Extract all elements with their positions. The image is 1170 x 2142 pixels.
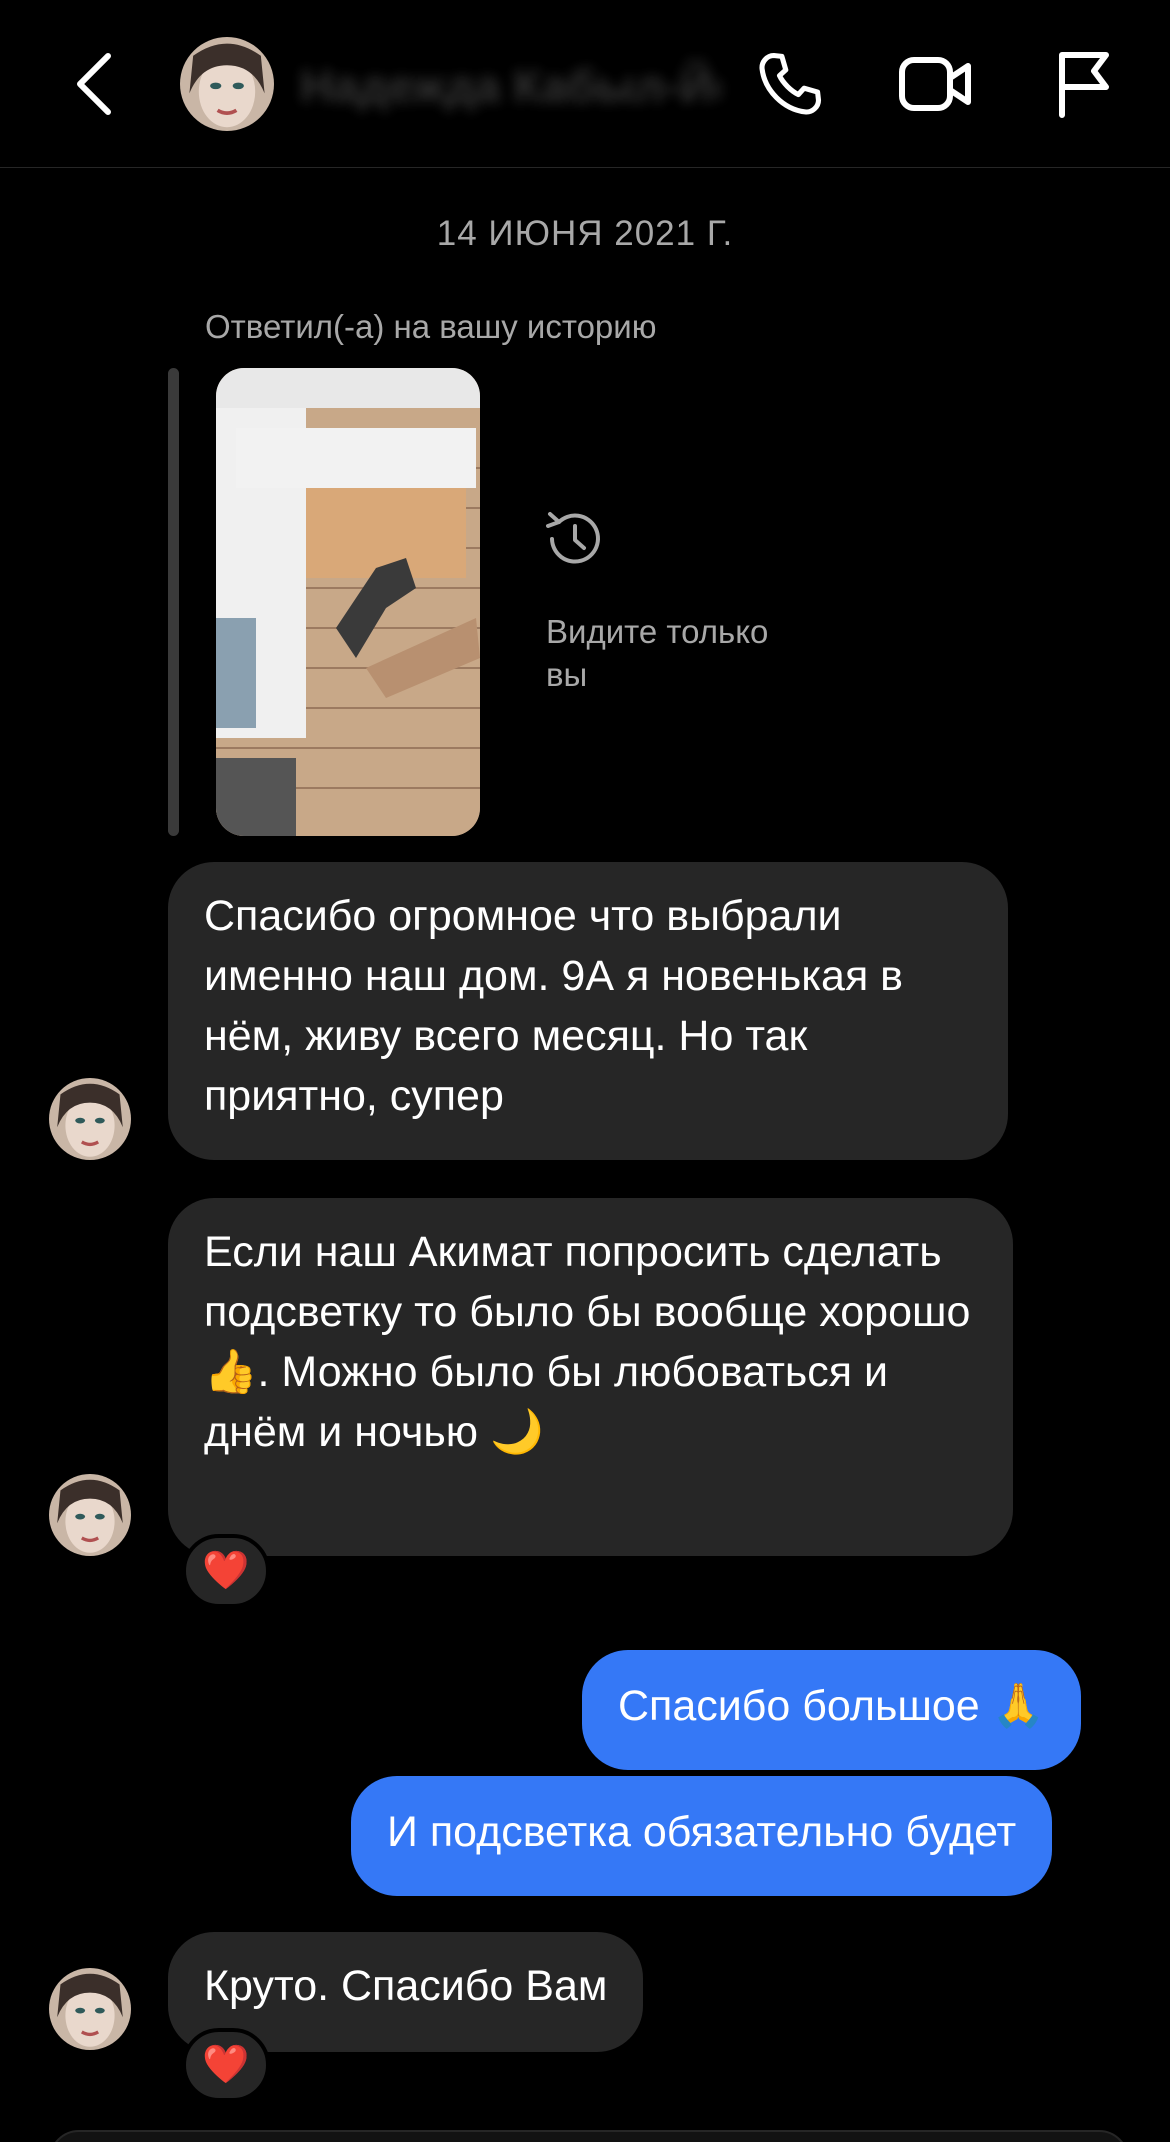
message-bubble-incoming[interactable]: Если наш Акимат попросить сделать подсве…: [168, 1198, 1013, 1556]
video-call-button[interactable]: [896, 44, 976, 124]
story-thumbnail[interactable]: [216, 368, 480, 836]
contact-name[interactable]: Надежда Кабыл-Йо: [300, 56, 720, 116]
reply-quote-bar: [168, 368, 179, 836]
message-text: Если наш Акимат попросить сделать подсве…: [204, 1228, 971, 1456]
visibility-note: Видите только вы: [546, 613, 769, 693]
history-clock-icon: [546, 512, 600, 564]
message-text: Спасибо огромное что выбрали именно наш …: [204, 892, 904, 1120]
contact-avatar[interactable]: [180, 37, 274, 131]
voice-call-button[interactable]: [750, 44, 830, 124]
sender-avatar[interactable]: [49, 1968, 131, 2050]
phone-icon: [759, 52, 822, 115]
report-button[interactable]: [1044, 44, 1124, 124]
heart-reaction[interactable]: ❤️: [182, 1534, 270, 1608]
chat-header: Надежда Кабыл-Йо: [0, 0, 1170, 168]
message-text: И подсветка обязательно будет: [387, 1808, 1017, 1856]
message-text: Круто. Спасибо Вам: [204, 1962, 608, 2010]
heart-reaction[interactable]: ❤️: [182, 2028, 270, 2102]
message-bubble-outgoing[interactable]: Спасибо большое 🙏: [582, 1650, 1082, 1770]
sender-avatar[interactable]: [49, 1078, 131, 1160]
message-text: Спасибо большое 🙏: [618, 1682, 1046, 1730]
message-bubble-incoming[interactable]: Спасибо огромное что выбрали именно наш …: [168, 862, 1008, 1160]
message-bubble-outgoing[interactable]: И подсветка обязательно будет: [351, 1776, 1053, 1896]
sender-avatar[interactable]: [49, 1474, 131, 1556]
story-reply-label: Ответил(-а) на вашу историю: [205, 308, 657, 345]
video-camera-icon: [899, 57, 971, 111]
reaction-emoji: ❤️: [202, 1550, 250, 1592]
back-button[interactable]: [62, 48, 126, 120]
reaction-emoji: ❤️: [202, 2044, 250, 2086]
flag-icon: [1059, 52, 1109, 118]
date-separator: 14 ИЮНЯ 2021 Г.: [436, 214, 734, 253]
back-chevron-icon: [77, 53, 111, 115]
message-composer[interactable]: [49, 2130, 1129, 2142]
